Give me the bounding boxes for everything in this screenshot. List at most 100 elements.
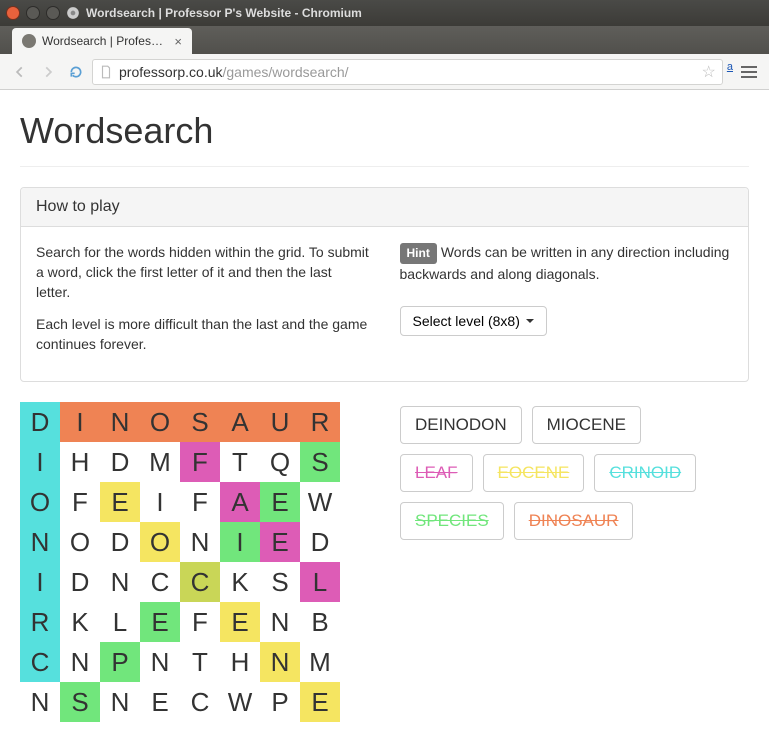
window-minimize-button[interactable]	[26, 6, 40, 20]
grid-cell[interactable]: N	[100, 402, 140, 442]
grid-cell[interactable]: N	[260, 642, 300, 682]
grid-cell[interactable]: F	[180, 602, 220, 642]
word-chip[interactable]: SPECIES	[400, 502, 504, 540]
grid-cell[interactable]: K	[220, 562, 260, 602]
grid-cell[interactable]: C	[180, 562, 220, 602]
grid-cell[interactable]: R	[300, 402, 340, 442]
bookmark-star-icon[interactable]: ☆	[702, 62, 716, 82]
hint-text: Words can be written in any direction in…	[400, 244, 730, 282]
grid-cell[interactable]: E	[260, 482, 300, 522]
grid-cell[interactable]: I	[20, 562, 60, 602]
grid-cell[interactable]: Q	[260, 442, 300, 482]
favicon	[22, 34, 36, 48]
grid-cell[interactable]: E	[260, 522, 300, 562]
tab-title: Wordsearch | Professor P's Website	[42, 34, 168, 48]
accessibility-badge: a	[727, 61, 733, 73]
how-to-play-panel: How to play Search for the words hidden …	[20, 187, 749, 382]
grid-cell[interactable]: T	[180, 642, 220, 682]
grid-cell[interactable]: R	[20, 602, 60, 642]
grid-cell[interactable]: O	[60, 522, 100, 562]
grid-cell[interactable]: O	[20, 482, 60, 522]
grid-cell[interactable]: N	[20, 682, 60, 722]
reload-icon	[68, 64, 84, 80]
grid-cell[interactable]: C	[140, 562, 180, 602]
grid-cell[interactable]: H	[220, 642, 260, 682]
grid-cell[interactable]: E	[140, 602, 180, 642]
grid-cell[interactable]: L	[300, 562, 340, 602]
grid-cell[interactable]: W	[220, 682, 260, 722]
grid-cell[interactable]: E	[140, 682, 180, 722]
grid-cell[interactable]: E	[300, 682, 340, 722]
word-chip[interactable]: CRINOID	[594, 454, 696, 492]
grid-cell[interactable]: A	[220, 402, 260, 442]
word-chip[interactable]: EOCENE	[483, 454, 585, 492]
hint-column: HintWords can be written in any directio…	[400, 242, 734, 366]
grid-cell[interactable]: D	[300, 522, 340, 562]
word-chip[interactable]: MIOCENE	[532, 406, 641, 444]
reload-button[interactable]	[64, 60, 88, 84]
panel-body: Search for the words hidden within the g…	[21, 227, 748, 381]
grid-cell[interactable]: E	[100, 482, 140, 522]
grid-cell[interactable]: I	[20, 442, 60, 482]
forward-button[interactable]	[36, 60, 60, 84]
window-close-button[interactable]	[6, 6, 20, 20]
grid-cell[interactable]: P	[260, 682, 300, 722]
grid-cell[interactable]: A	[220, 482, 260, 522]
grid-cell[interactable]: N	[20, 522, 60, 562]
grid-cell[interactable]: N	[100, 682, 140, 722]
grid-cell[interactable]: C	[20, 642, 60, 682]
grid-cell[interactable]: S	[300, 442, 340, 482]
tab-strip: Wordsearch | Professor P's Website ×	[0, 26, 769, 54]
grid-cell[interactable]: H	[60, 442, 100, 482]
grid-cell[interactable]: S	[260, 562, 300, 602]
grid-cell[interactable]: F	[180, 482, 220, 522]
grid-cell[interactable]: F	[180, 442, 220, 482]
word-chip[interactable]: DEINODON	[400, 406, 522, 444]
address-bar[interactable]: professorp.co.uk/games/wordsearch/ ☆	[92, 59, 723, 85]
grid-cell[interactable]: D	[20, 402, 60, 442]
grid-cell[interactable]: I	[220, 522, 260, 562]
window-title: Wordsearch | Professor P's Website - Chr…	[86, 6, 362, 20]
grid-cell[interactable]: N	[260, 602, 300, 642]
grid-cell[interactable]: P	[100, 642, 140, 682]
grid-cell[interactable]: D	[100, 442, 140, 482]
grid-cell[interactable]: D	[60, 562, 100, 602]
grid-cell[interactable]: W	[300, 482, 340, 522]
word-chip[interactable]: LEAF	[400, 454, 473, 492]
grid-cell[interactable]: N	[140, 642, 180, 682]
grid-cell[interactable]: C	[180, 682, 220, 722]
grid-cell[interactable]: N	[60, 642, 100, 682]
tab-close-icon[interactable]: ×	[174, 34, 182, 49]
select-level-dropdown[interactable]: Select level (8x8)	[400, 306, 547, 336]
grid-cell[interactable]: N	[180, 522, 220, 562]
window-maximize-button[interactable]	[46, 6, 60, 20]
hamburger-menu-button[interactable]	[737, 60, 761, 84]
grid-cell[interactable]: O	[140, 402, 180, 442]
browser-tab[interactable]: Wordsearch | Professor P's Website ×	[12, 28, 192, 54]
grid-cell[interactable]: I	[60, 402, 100, 442]
window-titlebar: Wordsearch | Professor P's Website - Chr…	[0, 0, 769, 26]
chromium-icon	[66, 6, 80, 20]
grid-cell[interactable]: E	[220, 602, 260, 642]
grid-cell[interactable]: O	[140, 522, 180, 562]
grid-cell[interactable]: M	[140, 442, 180, 482]
grid-cell[interactable]: N	[100, 562, 140, 602]
word-list: DEINODON MIOCENE LEAF EOCENECRINOID SPECIES D…	[400, 402, 720, 722]
grid-cell[interactable]: F	[60, 482, 100, 522]
grid-cell[interactable]: M	[300, 642, 340, 682]
grid-cell[interactable]: S	[60, 682, 100, 722]
grid-cell[interactable]: D	[100, 522, 140, 562]
grid-cell[interactable]: I	[140, 482, 180, 522]
chevron-left-icon	[13, 65, 27, 79]
hint-line: HintWords can be written in any directio…	[400, 242, 734, 284]
instructions-p2: Each level is more difficult than the la…	[36, 314, 370, 354]
grid-cell[interactable]: U	[260, 402, 300, 442]
grid-cell[interactable]: T	[220, 442, 260, 482]
grid-cell[interactable]: B	[300, 602, 340, 642]
grid-cell[interactable]: S	[180, 402, 220, 442]
grid-cell[interactable]: K	[60, 602, 100, 642]
panel-heading: How to play	[21, 188, 748, 227]
word-chip[interactable]: DINOSAUR	[514, 502, 634, 540]
grid-cell[interactable]: L	[100, 602, 140, 642]
back-button[interactable]	[8, 60, 32, 84]
